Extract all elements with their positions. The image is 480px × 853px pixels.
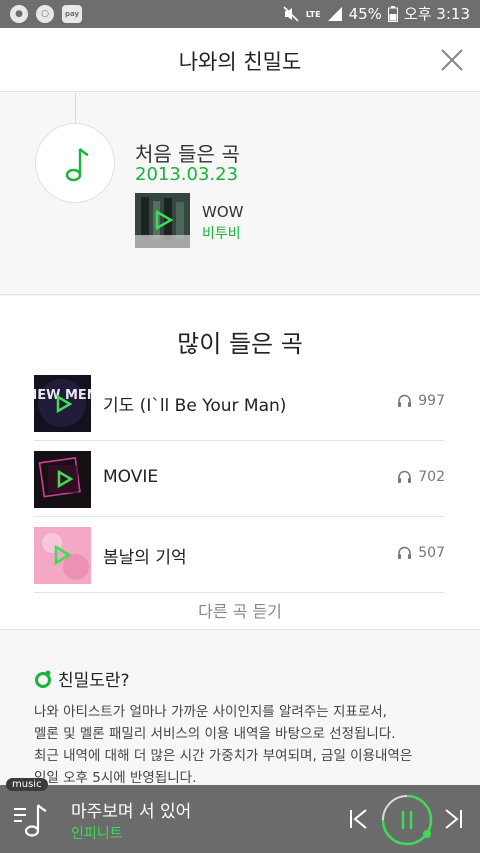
previous-icon (350, 809, 367, 829)
play-count-value: 997 (418, 393, 445, 409)
first-listened-date: 2013.03.23 (135, 164, 239, 185)
music-note-icon (65, 148, 89, 182)
track-title[interactable]: 기도 (I`ll Be Your Man) (103, 391, 286, 416)
pay-icon: pay (62, 5, 82, 23)
page-title: 나와의 친밀도 (178, 50, 302, 74)
mini-player[interactable]: music 마주보며 서 있어 인피니트 (0, 778, 480, 853)
lte-indicator: LTE (305, 9, 321, 19)
status-right: LTE 45% 오후 3:13 (282, 4, 470, 24)
now-playing-artist[interactable]: 인피니트 (71, 823, 123, 843)
pause-icon (381, 794, 433, 846)
signal-icon (327, 7, 342, 21)
first-listened-section: 처음 들은 곡 2013.03.23 WOW 비투비 (0, 93, 480, 295)
first-song-album-art[interactable] (135, 193, 190, 248)
pay-label: pay (64, 10, 80, 18)
melon-icon (35, 670, 51, 688)
album-art-graphic (34, 527, 91, 584)
album-art-graphic: NEW MEN (34, 375, 91, 432)
headphones-icon (398, 394, 412, 407)
most-played-section: 많이 들은 곡 NEW MEN 기도 (I`ll Be Your Man) 99… (0, 296, 480, 630)
status-left-icons: ● ○ pay (10, 5, 82, 23)
track-album-art[interactable] (34, 527, 91, 584)
play-count-value: 702 (418, 469, 445, 485)
album-art-graphic (34, 451, 91, 508)
headphones-icon (398, 470, 412, 483)
about-intimacy-section: 친밀도란? 나와 아티스트가 얼마나 가까운 사이인지를 알려주는 지표로서, … (0, 631, 480, 791)
playlist-button[interactable] (12, 799, 48, 839)
track-row[interactable]: MOVIE 702 (34, 441, 445, 517)
battery-percent: 45% (348, 5, 382, 23)
music-tag: music (6, 778, 48, 791)
browser-icon: ○ (36, 5, 54, 23)
clock: 오후 3:13 (403, 5, 470, 23)
first-song-title[interactable]: WOW (202, 203, 243, 221)
now-playing-title[interactable]: 마주보며 서 있어 (71, 797, 191, 822)
music-note-badge (35, 123, 115, 203)
about-line: 나와 아티스트가 얼마나 가까운 사이인지를 알려주는 지표로서, (34, 704, 387, 720)
about-line: 최근 내역에 대해 더 많은 시간 가중치가 부여되며, 금일 이용내역은 (34, 748, 413, 764)
track-album-art[interactable]: NEW MEN (34, 375, 91, 432)
battery-icon (387, 6, 398, 22)
more-songs-link[interactable]: 다른 곡 듣기 (0, 598, 480, 622)
track-row[interactable]: 봄날의 기억 507 (34, 517, 445, 593)
about-description: 나와 아티스트가 얼마나 가까운 사이인지를 알려주는 지표로서, 멜론 및 멜… (34, 701, 454, 789)
track-album-art[interactable] (34, 451, 91, 508)
pause-button[interactable] (380, 793, 434, 847)
album-art-graphic (135, 193, 190, 248)
track-play-count: 507 (397, 545, 445, 561)
first-listened-label: 처음 들은 곡 (135, 142, 240, 166)
next-button[interactable] (442, 807, 464, 831)
next-icon (445, 809, 462, 829)
close-icon (441, 49, 463, 71)
most-played-title: 많이 들은 곡 (177, 330, 303, 358)
about-title: 친밀도란? (58, 671, 130, 691)
playlist-icon (14, 804, 47, 837)
track-title[interactable]: 봄날의 기억 (103, 543, 187, 568)
header: 나와의 친밀도 (0, 28, 480, 92)
headphones-icon (398, 546, 412, 559)
about-heading: 친밀도란? (34, 666, 130, 691)
track-play-count: 702 (397, 469, 445, 485)
track-row[interactable]: NEW MEN 기도 (I`ll Be Your Man) 997 (34, 365, 445, 441)
track-title[interactable]: MOVIE (103, 467, 158, 487)
first-song-artist[interactable]: 비투비 (202, 223, 241, 243)
track-play-count: 997 (397, 393, 445, 409)
status-bar: ● ○ pay LTE 45% 오후 3:13 (0, 0, 480, 28)
about-line: 멜론 및 멜론 패밀리 서비스의 이용 내역을 바탕으로 선정됩니다. (34, 726, 396, 742)
play-count-value: 507 (418, 545, 445, 561)
close-button[interactable] (438, 46, 466, 74)
mute-icon (283, 6, 299, 22)
previous-button[interactable] (348, 807, 370, 831)
timeline-line (75, 93, 76, 123)
kakao-icon: ● (10, 5, 28, 23)
